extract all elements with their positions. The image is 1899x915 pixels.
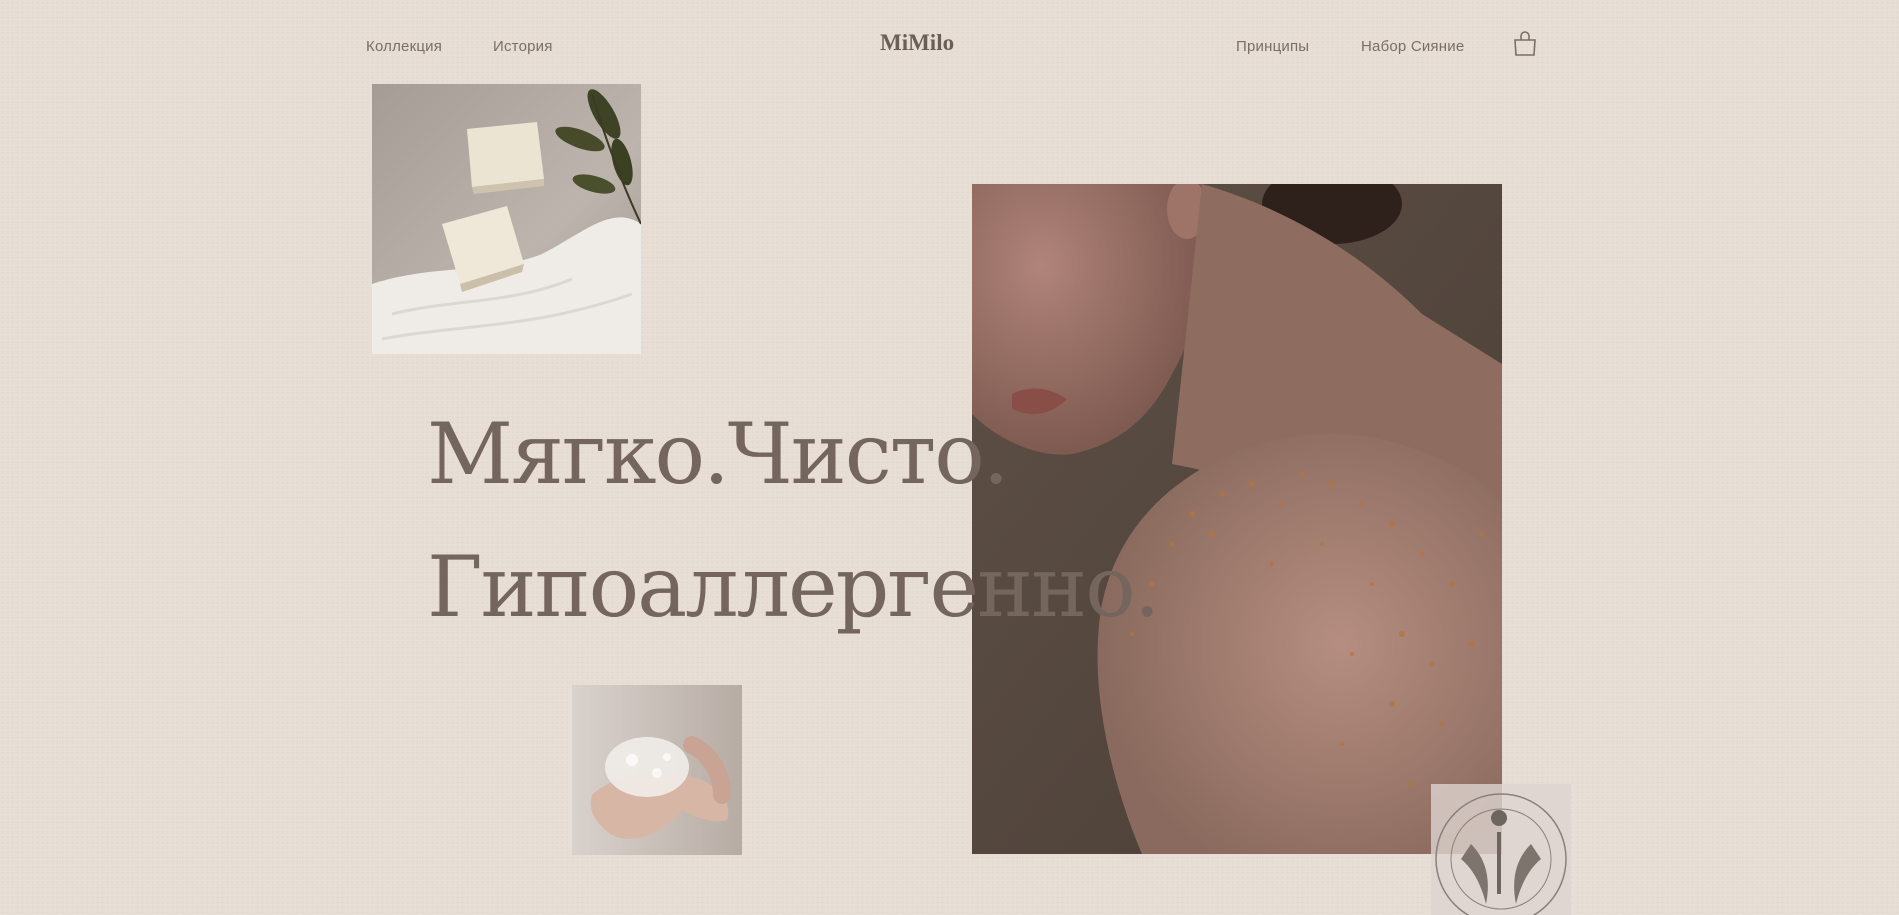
certification-badge (1431, 784, 1571, 915)
soap-bars-photo (372, 84, 641, 354)
nav-glow-set-link[interactable]: Набор Сияние (1361, 38, 1464, 55)
woman-shoulder-freckles-photo (972, 184, 1502, 854)
nav-principles-link[interactable]: Принципы (1236, 38, 1309, 55)
nav-history-link[interactable]: История (493, 38, 553, 55)
hero-headline-line2: Гипоаллергенно. (427, 538, 1160, 636)
hero-headline-line1: Мягко.Чисто. (427, 405, 1009, 503)
hand-with-foam-photo (572, 685, 742, 855)
nav-collection-link[interactable]: Коллекция (366, 38, 442, 55)
shopping-bag-icon[interactable] (1513, 31, 1537, 56)
brand-logo[interactable]: MiMilo (880, 30, 954, 56)
